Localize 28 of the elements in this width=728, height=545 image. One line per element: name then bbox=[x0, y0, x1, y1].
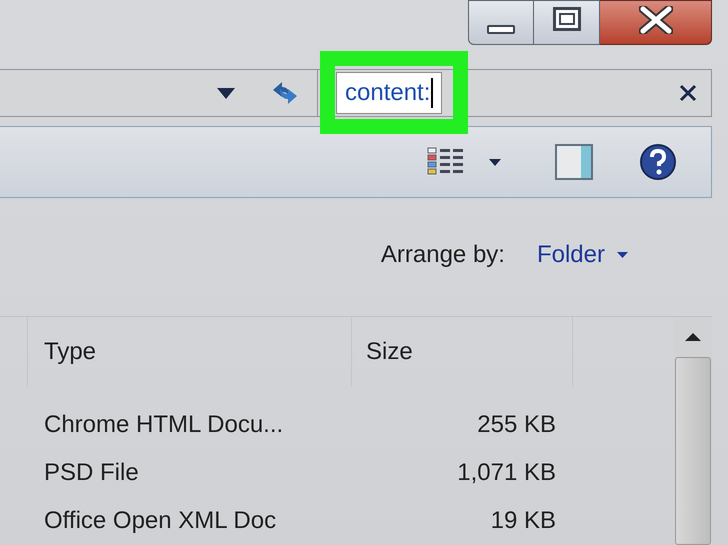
dropdown-caret-icon bbox=[217, 88, 235, 99]
help-icon bbox=[639, 143, 677, 182]
up-arrow-icon bbox=[685, 332, 701, 341]
close-icon bbox=[638, 6, 672, 34]
preview-pane-icon bbox=[555, 144, 593, 180]
minimize-button[interactable] bbox=[468, 0, 534, 45]
maximize-button[interactable] bbox=[534, 0, 600, 45]
arrange-by-dropdown[interactable]: Folder bbox=[536, 236, 628, 273]
size-cell-text: 19 KB bbox=[490, 506, 556, 536]
arrange-by-label: Arrange by: bbox=[380, 240, 505, 270]
search-field[interactable]: content: bbox=[318, 69, 712, 118]
type-cell-text: Office Open XML Doc bbox=[44, 506, 278, 536]
type-cell-text: Chrome HTML Docu... bbox=[44, 410, 284, 440]
close-button[interactable] bbox=[600, 0, 712, 45]
help-button[interactable] bbox=[639, 142, 677, 182]
type-cell-text: PSD File bbox=[44, 458, 140, 488]
minimize-icon bbox=[487, 25, 515, 34]
type-column-header[interactable]: Type bbox=[28, 316, 352, 387]
maximize-icon bbox=[552, 6, 580, 30]
scroll-thumb[interactable] bbox=[675, 356, 711, 545]
size-cell-text: 1,071 KB bbox=[456, 458, 556, 488]
size-cell-text: 255 KB bbox=[476, 410, 556, 440]
search-text: content: bbox=[336, 72, 442, 114]
caret-icon bbox=[489, 158, 501, 166]
caret-icon bbox=[617, 252, 628, 258]
size-column-header[interactable]: Size bbox=[352, 316, 573, 387]
clear-icon[interactable] bbox=[679, 84, 697, 102]
preview-pane-button[interactable] bbox=[555, 142, 593, 182]
